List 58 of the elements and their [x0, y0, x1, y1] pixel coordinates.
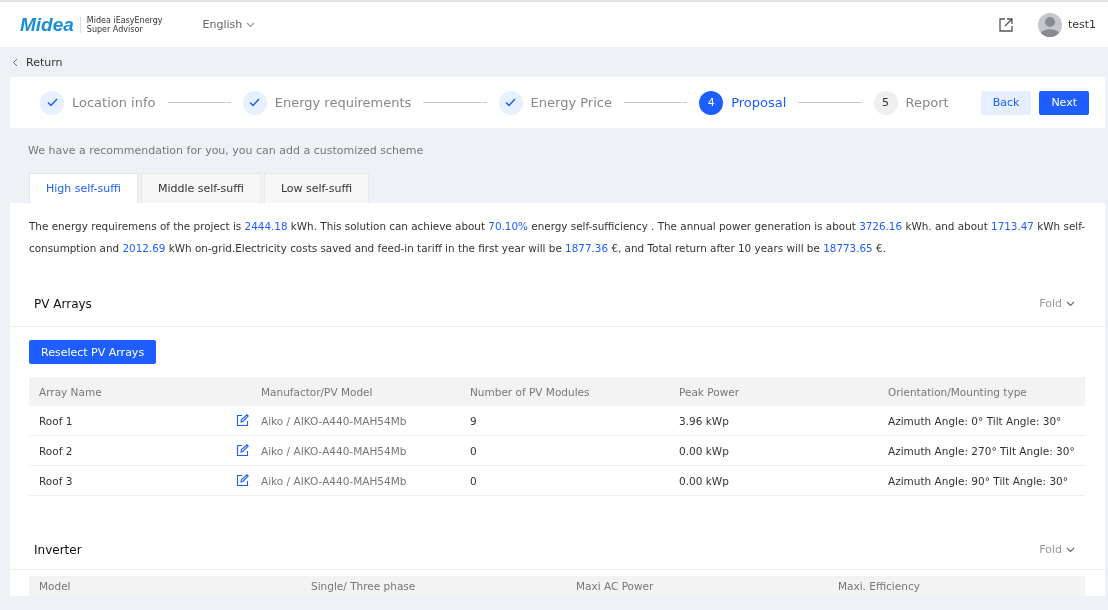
- chevron-down-icon: [1066, 300, 1075, 307]
- table-cell-text: Aiko / AIKO-A440-MAH54Mb: [261, 444, 408, 457]
- language-select[interactable]: English: [202, 18, 256, 31]
- column-header: Maxi. Efficiency: [838, 580, 921, 592]
- avatar-icon[interactable]: [1037, 12, 1062, 37]
- table-cell-text: 0.00 kWp: [679, 444, 730, 457]
- chevron-down-icon: [1066, 546, 1075, 553]
- column-header: Peak Power: [679, 385, 741, 398]
- step-label: Report: [905, 95, 949, 110]
- column-header: Orientation/Mounting type: [888, 385, 1028, 398]
- edit-icon[interactable]: [236, 474, 249, 487]
- step-number: 5: [873, 90, 898, 115]
- edit-icon[interactable]: [236, 414, 249, 427]
- section-title: Inverter: [34, 542, 82, 557]
- table-cell-text: 0: [470, 474, 478, 487]
- step-label: Energy Price: [530, 95, 612, 110]
- recommendation-text: We have a recommendation for you, you can add a customized scheme: [27, 143, 425, 159]
- column-header: Maxi AC Power: [576, 580, 655, 592]
- step-number: 4: [699, 90, 724, 115]
- step-label: Location info: [72, 95, 156, 110]
- fold-toggle[interactable]: Fold: [1039, 543, 1075, 556]
- table-cell-text: Aiko / AIKO-A440-MAH54Mb: [261, 474, 408, 487]
- reselect-button[interactable]: Reselect PV Arrays: [29, 340, 157, 364]
- chevron-down-icon: [246, 21, 256, 28]
- column-header: Number of PV Modules: [470, 385, 591, 398]
- next-button[interactable]: Next: [1039, 90, 1090, 115]
- scheme-tab[interactable]: Low self-suffi: [263, 173, 370, 203]
- column-header: Array Name: [39, 385, 103, 398]
- user-name[interactable]: test1: [1067, 18, 1096, 31]
- table-cell-text: 0.00 kWp: [679, 474, 730, 487]
- scheme-tab[interactable]: Middle self-suffi: [140, 173, 261, 203]
- return-link[interactable]: Return: [10, 47, 63, 77]
- table-cell: Roof 2: [39, 444, 73, 457]
- table-cell-text: 3.96 kWp: [679, 414, 730, 427]
- table-cell-text: 9: [470, 414, 478, 427]
- step-label: Proposal: [731, 95, 787, 110]
- column-header: Manufactor/PV Model: [261, 385, 374, 398]
- product-name: Midea iEasyEnergy: [86, 15, 163, 25]
- section-title: PV Arrays: [34, 296, 92, 311]
- external-link-icon[interactable]: [997, 16, 1014, 33]
- table-cell: Roof 1: [39, 414, 73, 427]
- table-cell-text: Azimuth Angle: 270° Tilt Angle: 30°: [888, 444, 1076, 457]
- table-cell-text: Azimuth Angle: 0° Tilt Angle: 30°: [888, 414, 1063, 427]
- table-cell: Roof 3: [39, 474, 73, 487]
- product-name: Super Advisor: [86, 24, 143, 34]
- scheme-tab[interactable]: High self-suffi: [29, 173, 138, 203]
- column-header: Single/ Three phase: [311, 580, 417, 592]
- table-cell-text: 0: [470, 444, 478, 457]
- brand-logo: Midea: [20, 13, 74, 36]
- edit-icon[interactable]: [236, 444, 249, 457]
- column-header: Model: [39, 580, 72, 592]
- chevron-left-icon: [12, 57, 18, 67]
- back-button[interactable]: Back: [980, 90, 1032, 115]
- table-cell-text: Aiko / AIKO-A440-MAH54Mb: [261, 414, 408, 427]
- fold-toggle[interactable]: Fold: [1039, 297, 1075, 310]
- summary-text: The energy requiremens of the project is 2444.18 kWh. This solution can achieve about 70.10% energy self-sufficiency . The annual power generation is about 3726.16 kWh. and about 1713.47 kWh self-consumption and 2012.69 kWh on-grid.Electricity costs saved and feed-in tariff in the first year will be 1877.36 €, and Total return after 10 years will be 18773.65 €.: [28, 219, 1086, 256]
- step-label: Energy requirements: [274, 95, 412, 110]
- table-cell-text: Azimuth Angle: 90° Tilt Angle: 30°: [888, 474, 1070, 487]
